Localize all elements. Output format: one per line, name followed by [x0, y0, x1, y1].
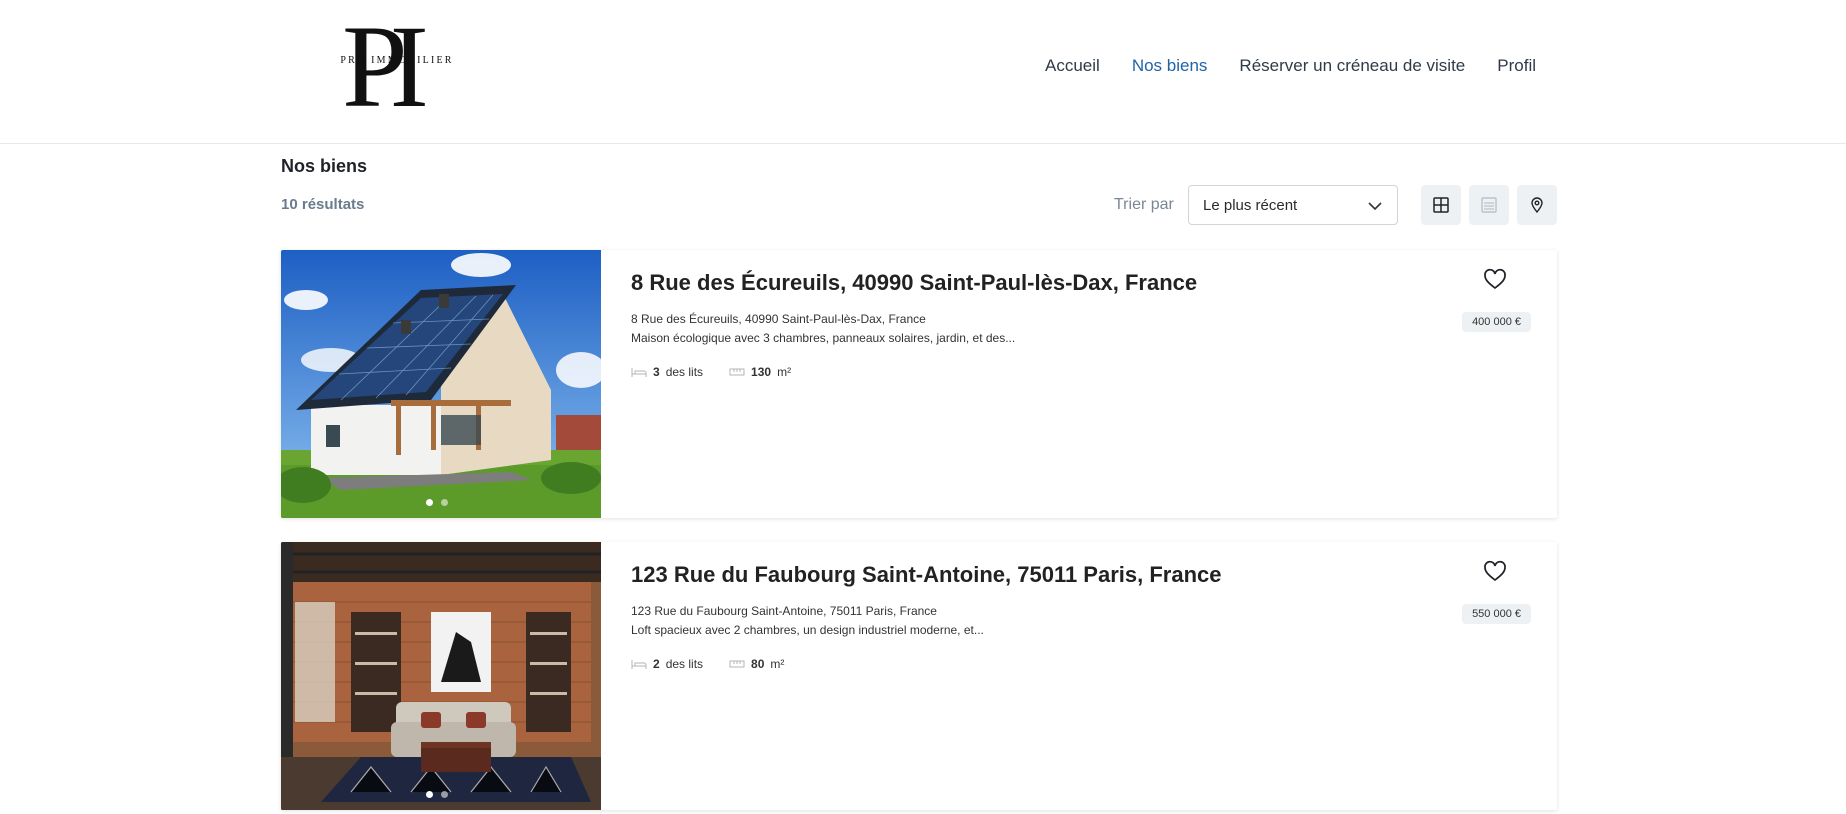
- listing-description: Loft spacieux avec 2 chambres, un design…: [631, 623, 984, 637]
- price-badge: 400 000 €: [1462, 312, 1531, 332]
- area-unit: m²: [777, 365, 792, 379]
- page-title: Nos biens: [281, 156, 368, 176]
- carousel-dot[interactable]: [441, 499, 448, 506]
- price-badge: 550 000 €: [1462, 604, 1531, 624]
- listing-address: 8 Rue des Écureuils, 40990 Saint-Paul-lè…: [631, 312, 926, 326]
- sort-selected-value: Le plus récent: [1203, 196, 1298, 214]
- carousel-dot[interactable]: [426, 791, 433, 798]
- logo-monogram: PI: [342, 1, 429, 132]
- carousel-dots: [426, 791, 448, 798]
- listing-photo[interactable]: [281, 250, 601, 518]
- list-icon: [1481, 197, 1497, 213]
- favorite-heart-icon[interactable]: [1483, 560, 1507, 584]
- map-view-button[interactable]: [1517, 185, 1557, 225]
- site-header: PI PRO IMMOBILIER Accueil Nos biens Rése…: [0, 0, 1846, 144]
- area-value: 130: [751, 365, 772, 379]
- beds-label: des lits: [665, 657, 704, 671]
- listing-description: Maison écologique avec 3 chambres, panne…: [631, 331, 1016, 345]
- listing-card[interactable]: 123 Rue du Faubourg Saint-Antoine, 75011…: [281, 542, 1557, 810]
- area-value: 80: [751, 657, 765, 671]
- logo[interactable]: PI PRO IMMOBILIER: [322, 8, 472, 130]
- listing-photo[interactable]: [281, 542, 601, 810]
- ruler-icon: [729, 660, 745, 668]
- sort-label: Trier par: [1114, 196, 1174, 213]
- nav-item-profil[interactable]: Profil: [1497, 56, 1536, 76]
- listing-features: 2 des lits 80 m²: [631, 657, 784, 671]
- grid-icon: [1433, 197, 1449, 213]
- loft-photo-image: [281, 542, 601, 810]
- listing-address: 123 Rue du Faubourg Saint-Antoine, 75011…: [631, 604, 937, 618]
- grid-view-button[interactable]: [1421, 185, 1461, 225]
- logo-wordmark: PRO IMMOBILIER: [340, 55, 454, 66]
- ruler-icon: [729, 368, 745, 376]
- beds-label: des lits: [665, 365, 704, 379]
- listing-details: 123 Rue du Faubourg Saint-Antoine, 75011…: [631, 542, 1557, 810]
- beds-value: 3: [653, 365, 660, 379]
- area-feature: 130 m²: [729, 365, 791, 379]
- sort-select[interactable]: Le plus récent: [1188, 185, 1398, 225]
- result-count: 10 résultats: [281, 196, 365, 213]
- favorite-heart-icon[interactable]: [1483, 268, 1507, 292]
- chevron-down-icon: [1368, 202, 1382, 211]
- carousel-dot[interactable]: [426, 499, 433, 506]
- carousel-dot[interactable]: [441, 791, 448, 798]
- carousel-dots: [426, 499, 448, 506]
- map-pin-icon: [1531, 197, 1543, 214]
- area-feature: 80 m²: [729, 657, 784, 671]
- nav-item-accueil[interactable]: Accueil: [1045, 56, 1100, 76]
- house-photo-image: [281, 250, 601, 518]
- beds-value: 2: [653, 657, 660, 671]
- nav-item-reserver-visite[interactable]: Réserver un créneau de visite: [1239, 56, 1465, 76]
- area-unit: m²: [770, 657, 785, 671]
- main-nav: Accueil Nos biens Réserver un créneau de…: [1045, 56, 1536, 76]
- listing-details: 8 Rue des Écureuils, 40990 Saint-Paul-lè…: [631, 250, 1557, 518]
- list-view-button[interactable]: [1469, 185, 1509, 225]
- beds-feature: 2 des lits: [631, 657, 703, 671]
- nav-item-nos-biens[interactable]: Nos biens: [1132, 56, 1208, 76]
- listing-title[interactable]: 123 Rue du Faubourg Saint-Antoine, 75011…: [631, 562, 1222, 588]
- listing-card[interactable]: 8 Rue des Écureuils, 40990 Saint-Paul-lè…: [281, 250, 1557, 518]
- bed-icon: [631, 368, 647, 377]
- listing-features: 3 des lits 130 m²: [631, 365, 791, 379]
- beds-feature: 3 des lits: [631, 365, 703, 379]
- bed-icon: [631, 660, 647, 669]
- listing-title[interactable]: 8 Rue des Écureuils, 40990 Saint-Paul-lè…: [631, 270, 1197, 296]
